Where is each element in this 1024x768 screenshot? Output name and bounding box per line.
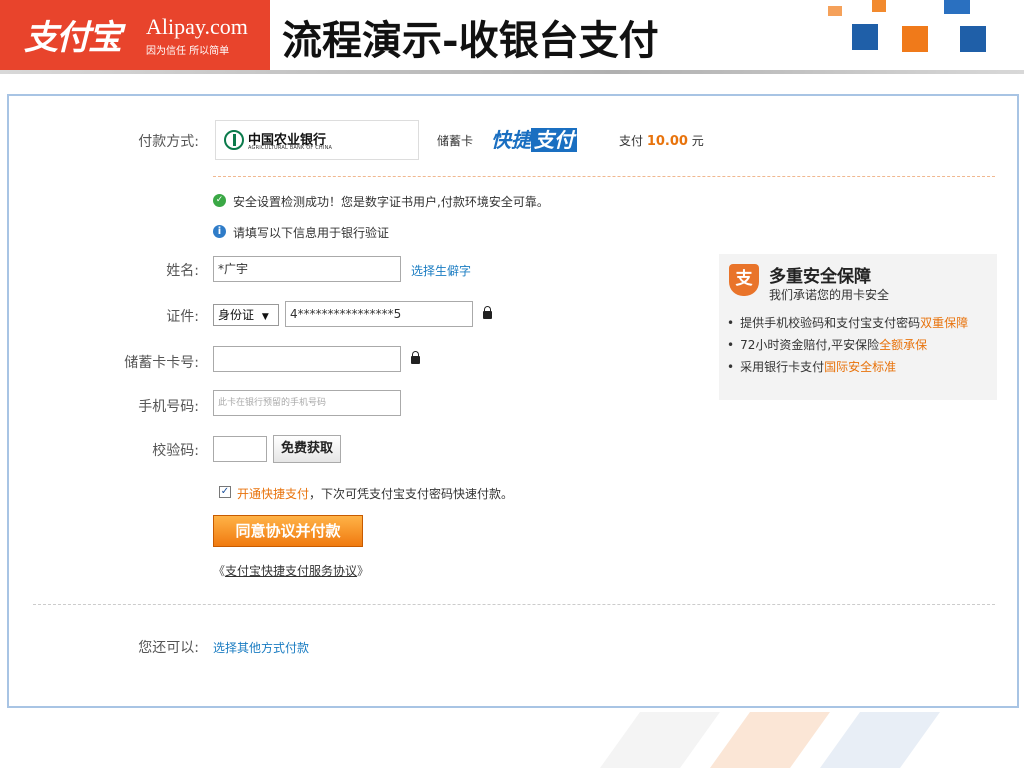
decor-square-blue-3 [960, 26, 986, 52]
agreement-open: 《 [213, 564, 226, 578]
footer-decoration [600, 712, 940, 768]
payment-amount: 支付 10.00 元 [619, 132, 704, 149]
quickpay-checkbox[interactable]: ✓ [219, 486, 231, 498]
bank-selector[interactable]: 中国农业银行 AGRICULTURAL BANK OF CHINA [215, 120, 419, 160]
security-item-text: 采用银行卡支付 [740, 360, 825, 374]
security-subtitle: 我们承诺您的用卡安全 [769, 288, 890, 302]
quick-pay-logo: 快捷 支付 [491, 124, 577, 153]
alternatives-label: 您还可以: [138, 640, 199, 656]
abc-bank-icon [224, 130, 244, 150]
name-input[interactable]: *广宇 [213, 256, 401, 282]
bank-name-en: AGRICULTURAL BANK OF CHINA [248, 145, 333, 151]
amount-unit: 元 [691, 134, 704, 148]
decor-square-blue-1 [852, 24, 878, 50]
logo-slogan: 因为信任 所以简单 [146, 46, 230, 57]
list-item: 72小时资金赔付,平安保险全额承保 [727, 334, 968, 356]
quick-pay-logo-part2: 支付 [531, 128, 577, 152]
logo-english: Alipay.com [146, 14, 248, 39]
security-item-text: 提供手机校验码和支付宝支付密码 [740, 316, 921, 330]
id-type-value: 身份证 [218, 308, 255, 322]
header-divider [0, 70, 1024, 74]
lock-icon [483, 306, 492, 319]
decor-square-blue-2 [944, 0, 970, 14]
phone-label: 手机号码: [138, 399, 199, 415]
card-type: 储蓄卡 [437, 134, 474, 148]
card-number-label: 储蓄卡卡号: [124, 355, 199, 371]
quickpay-option-highlight[interactable]: 开通快捷支付 [237, 487, 309, 501]
agree-and-pay-button[interactable]: 同意协议并付款 [213, 515, 363, 547]
code-input[interactable] [213, 436, 267, 462]
alipay-logo: 支付宝 Alipay.com 因为信任 所以简单 [0, 0, 270, 72]
other-methods-link[interactable]: 选择其他方式付款 [213, 639, 309, 656]
decor-square-orange-3 [902, 26, 928, 52]
security-item-highlight: 国际安全标准 [824, 360, 897, 374]
dropdown-arrow-icon: ▼ [261, 312, 269, 322]
divider-top [213, 176, 995, 177]
decor-square-orange-2 [872, 0, 886, 12]
divider-bottom [33, 604, 995, 605]
code-label: 校验码: [152, 443, 199, 459]
security-item-highlight: 全额承保 [879, 338, 928, 352]
security-check-notice: 安全设置检测成功！您是数字证书用户,付款环境安全可靠。 [233, 195, 549, 209]
card-number-input[interactable] [213, 346, 401, 372]
payment-method-label: 付款方式: [138, 134, 199, 150]
security-title: 多重安全保障 [769, 267, 871, 287]
id-label: 证件: [166, 309, 199, 325]
security-panel: 支 多重安全保障 我们承诺您的用卡安全 提供手机校验码和支付宝支付密码双重保障 … [719, 254, 997, 400]
get-code-button[interactable]: 免费获取 [273, 435, 341, 463]
security-item-highlight: 双重保障 [920, 316, 969, 330]
slide-header: 支付宝 Alipay.com 因为信任 所以简单 流程演示-收银台支付 [0, 0, 1024, 74]
agreement-link[interactable]: 支付宝快捷支付服务协议 [225, 564, 357, 578]
quickpay-option-rest: ，下次可凭支付宝支付密码快速付款。 [309, 487, 514, 501]
slide-title: 流程演示-收银台支付 [282, 17, 659, 64]
quick-pay-logo-part1: 快捷 [491, 128, 531, 152]
list-item: 提供手机校验码和支付宝支付密码双重保障 [727, 312, 968, 334]
id-number-input[interactable]: 4****************5 [285, 301, 473, 327]
id-type-select[interactable]: 身份证 ▼ [213, 304, 279, 326]
amount-value: 10.00 [646, 134, 688, 149]
info-icon: i [213, 225, 226, 238]
security-list: 提供手机校验码和支付宝支付密码双重保障 72小时资金赔付,平安保险全额承保 采用… [727, 312, 968, 378]
cashier-frame: 付款方式: 中国农业银行 AGRICULTURAL BANK OF CHINA … [7, 94, 1019, 708]
list-item: 采用银行卡支付国际安全标准 [727, 356, 968, 378]
agreement-line: 《支付宝快捷支付服务协议》 [213, 562, 369, 579]
logo-chinese: 支付宝 [24, 18, 122, 58]
decor-square-orange-1 [828, 6, 842, 16]
verify-info-notice: 请填写以下信息用于银行验证 [233, 226, 390, 240]
lock-icon [411, 351, 420, 364]
shield-icon: 支 [729, 264, 759, 296]
name-label: 姓名: [166, 263, 199, 279]
agreement-close: 》 [357, 564, 370, 578]
rare-char-link[interactable]: 选择生僻字 [411, 262, 471, 279]
check-circle-icon: ✓ [213, 194, 226, 207]
quickpay-option-text: 开通快捷支付，下次可凭支付宝支付密码快速付款。 [237, 485, 513, 502]
phone-input[interactable]: 此卡在银行预留的手机号码 [213, 390, 401, 416]
security-item-text: 72小时资金赔付,平安保险 [740, 338, 880, 352]
amount-prefix: 支付 [619, 134, 644, 148]
